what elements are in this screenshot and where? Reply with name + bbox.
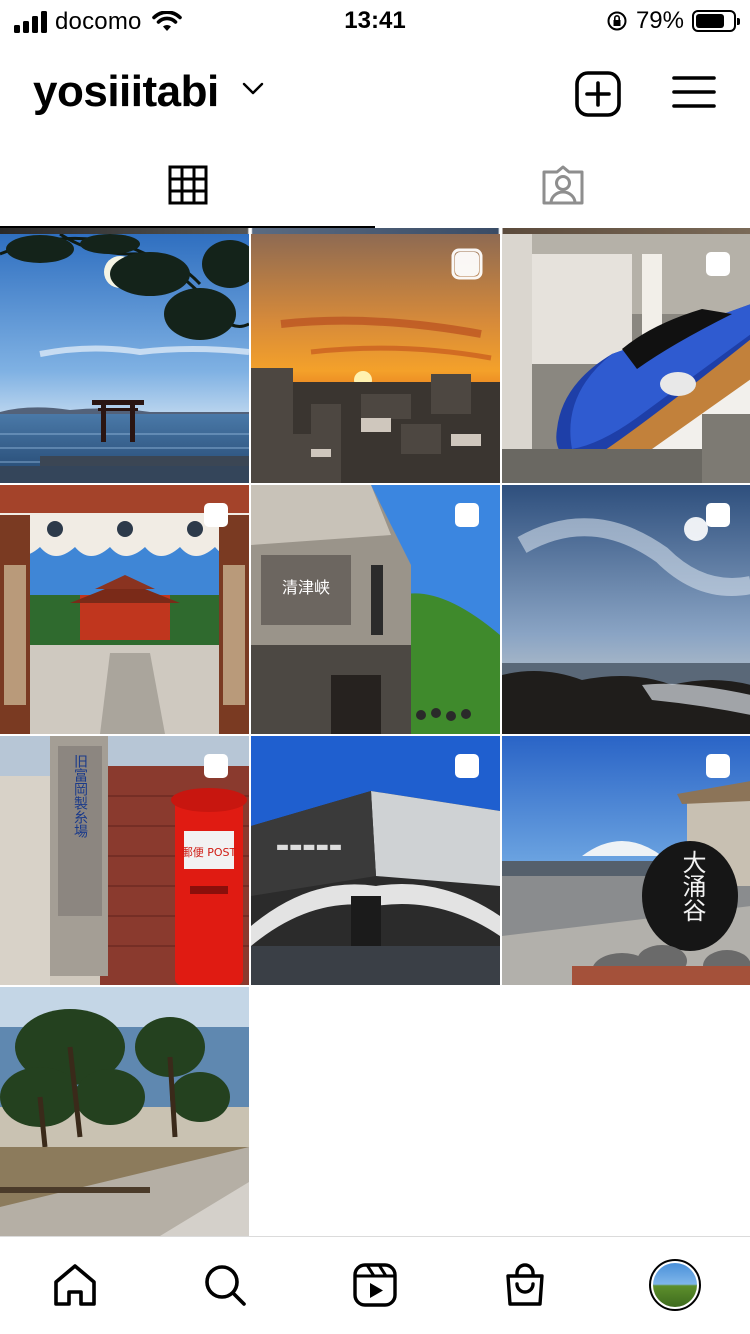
status-right: 79% bbox=[606, 7, 740, 35]
museum-photo: ▬▬▬▬▬ bbox=[251, 736, 500, 985]
kiyotsukyo-photo: 清津峡 bbox=[251, 485, 500, 734]
menu-icon[interactable] bbox=[670, 72, 718, 112]
stone-photo: 大涌谷 bbox=[502, 736, 750, 985]
svg-text:▬▬▬▬▬: ▬▬▬▬▬ bbox=[276, 839, 342, 855]
shrine-photo bbox=[0, 485, 249, 734]
battery-icon bbox=[692, 10, 740, 32]
account-username[interactable]: yosiiitabi bbox=[33, 67, 219, 117]
orientation-lock-icon bbox=[607, 11, 627, 31]
bottom-nav bbox=[0, 1236, 750, 1334]
new-post-icon[interactable] bbox=[574, 70, 622, 118]
mailbox-text: 郵便 POST bbox=[182, 846, 237, 859]
tagged-icon bbox=[542, 165, 583, 205]
nav-home[interactable] bbox=[47, 1257, 103, 1313]
post-thumbnail-train[interactable] bbox=[502, 234, 750, 483]
nav-reels[interactable] bbox=[347, 1257, 403, 1313]
profile-tabs bbox=[0, 140, 750, 232]
post-thumbnail-coast[interactable] bbox=[502, 485, 750, 734]
coast-photo bbox=[502, 485, 750, 734]
post-thumbnail-kiyotsukyo[interactable]: 清津峡 bbox=[251, 485, 500, 734]
post-thumbnail-shrine[interactable] bbox=[0, 485, 249, 734]
stone-text: 大涌谷 bbox=[678, 850, 706, 922]
tab-posts-grid[interactable] bbox=[0, 140, 375, 230]
status-bar: docomo 13:41 79% bbox=[0, 0, 750, 42]
nav-search[interactable] bbox=[197, 1257, 253, 1313]
nav-profile[interactable] bbox=[647, 1257, 703, 1313]
kiyotsukyo-sign-text: 清津峡 bbox=[282, 578, 330, 597]
battery-fill bbox=[696, 14, 725, 28]
shop-icon bbox=[506, 1263, 544, 1306]
reels-icon bbox=[353, 1263, 397, 1307]
mailbox-photo: 旧富岡製糸場 郵便 POST bbox=[0, 736, 249, 985]
search-icon bbox=[205, 1265, 246, 1306]
grid-icon bbox=[168, 165, 207, 205]
home-icon bbox=[54, 1264, 96, 1306]
post-thumbnail-mailbox[interactable]: 旧富岡製糸場 郵便 POST bbox=[0, 736, 249, 985]
battery-percent: 79% bbox=[635, 7, 684, 34]
tab-tagged[interactable] bbox=[375, 140, 750, 230]
sunset-photo bbox=[251, 234, 500, 483]
profile-header: yosiiitabi bbox=[0, 50, 750, 134]
profile-avatar bbox=[649, 1259, 701, 1311]
nav-shop[interactable] bbox=[497, 1257, 553, 1313]
post-thumbnail-torii[interactable] bbox=[0, 234, 249, 483]
train-photo bbox=[502, 234, 750, 483]
post-thumbnail-stone[interactable]: 大涌谷 bbox=[502, 736, 750, 985]
torii-photo bbox=[0, 234, 249, 483]
post-thumbnail-museum[interactable]: ▬▬▬▬▬ bbox=[251, 736, 500, 985]
post-thumbnail-sunset[interactable] bbox=[251, 234, 500, 483]
post-thumbnail-pines[interactable] bbox=[0, 987, 249, 1236]
mill-sign-text: 旧富岡製糸場 bbox=[72, 754, 88, 838]
chevron-down-icon[interactable] bbox=[242, 82, 264, 96]
pines-photo bbox=[0, 987, 249, 1236]
